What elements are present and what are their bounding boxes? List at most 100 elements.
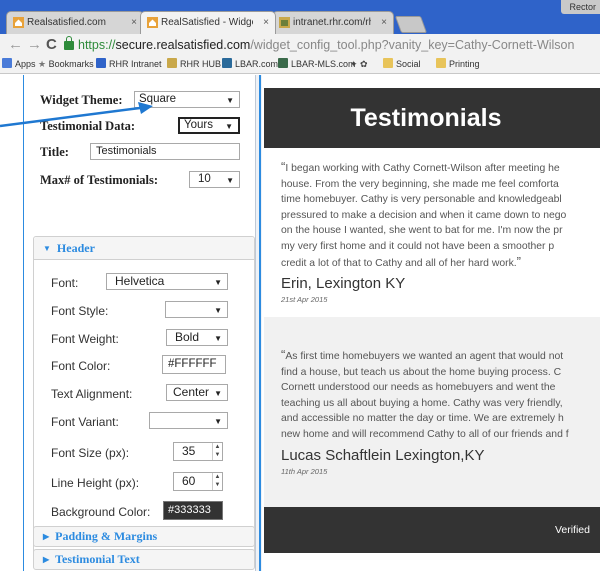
tab-title: intranet.rhr.com/rhnr/intr [293, 17, 371, 28]
testimonial-line: on the house I wanted, she went to bat f… [281, 225, 563, 236]
close-icon[interactable]: × [263, 12, 269, 33]
dropdown-caret-icon: ▼ [214, 334, 222, 343]
stepper-arrows[interactable]: ▲ ▼ [212, 443, 222, 460]
testimonial-line: and accessible no matter the day or time… [281, 413, 564, 424]
title-input[interactable]: Testimonials [90, 143, 240, 160]
padding-margins-accordion[interactable]: ▶ Padding & Margins [33, 526, 255, 547]
bookmark-apps[interactable]: Apps [2, 56, 36, 73]
arrow-up-icon[interactable]: ▲ [213, 473, 222, 481]
house-icon [13, 17, 24, 28]
bookmark-extra[interactable]: ✦ ✿ [350, 56, 368, 73]
testimonial-line: As first time homebuyers we wanted an ag… [285, 351, 564, 362]
panel-divider[interactable] [255, 75, 262, 571]
font-style-label: Font Style: [51, 304, 109, 318]
bookmark-printing[interactable]: Printing [436, 56, 480, 73]
hub-icon [167, 58, 177, 68]
testimonial-data-select[interactable]: Yours ▼ [178, 117, 240, 134]
testimonial-line: pressured to make a decision and when it… [281, 209, 567, 221]
url-host: secure.realsatisfied.com [115, 38, 251, 52]
text-alignment-label: Text Alignment: [51, 387, 133, 401]
line-height-stepper[interactable]: 60 ▲ ▼ [173, 472, 223, 491]
bookmark-label: RHR Intranet [109, 59, 162, 69]
arrow-down-icon[interactable]: ▼ [213, 451, 222, 459]
arrow-up-icon[interactable]: ▲ [213, 443, 222, 451]
font-variant-select[interactable]: ▼ [149, 412, 228, 429]
testimonial-text: “As first time homebuyers we wanted an a… [281, 347, 600, 442]
mls-icon [278, 58, 288, 68]
star-icon: ★ [38, 59, 49, 69]
new-tab-button[interactable] [394, 16, 428, 33]
apps-grid-icon [2, 58, 12, 68]
lock-icon [64, 36, 74, 50]
bookmark-rhr-intranet[interactable]: RHR Intranet [96, 56, 162, 73]
stepper-arrows[interactable]: ▲ ▼ [212, 473, 222, 490]
stepper-value: 60 [182, 474, 196, 488]
house-icon [147, 17, 158, 28]
select-value: Center [173, 385, 210, 399]
address-bar[interactable]: https://secure.realsatisfied.com/widget_… [64, 36, 594, 54]
bookmark-label: RHR HUB [180, 59, 222, 69]
folder-icon [383, 58, 393, 68]
forward-arrow-icon[interactable]: → [27, 36, 42, 53]
back-arrow-icon[interactable]: ← [8, 36, 23, 53]
font-weight-select[interactable]: Bold ▼ [166, 329, 228, 346]
reload-icon[interactable]: C [46, 36, 57, 53]
font-size-stepper[interactable]: 35 ▲ ▼ [173, 442, 223, 461]
bookmark-lbar-mls[interactable]: LBAR-MLS.com [278, 56, 356, 73]
preview-footer: Verified [264, 507, 600, 553]
testimonial-date: 11th Apr 2015 [281, 467, 328, 476]
close-icon[interactable]: × [381, 12, 387, 33]
font-select[interactable]: Helvetica ▼ [106, 273, 228, 290]
bookmark-lbar[interactable]: LBAR.com [222, 56, 278, 73]
tab-title: RealSatisfied - Widget Co [161, 17, 253, 28]
testimonial-line: new home and will recommend Cathy to all… [281, 428, 569, 440]
stepper-value: 35 [182, 444, 196, 458]
dropdown-caret-icon: ▼ [226, 96, 234, 105]
testimonial-line: house. From the very beginning, she made… [281, 178, 559, 190]
font-size-label: Font Size (px): [51, 446, 130, 460]
widget-preview: Testimonials “I began working with Cathy… [262, 75, 600, 571]
verified-badge[interactable]: Verified [555, 507, 590, 553]
lbar-icon [222, 58, 232, 68]
bookmark-bookmarks[interactable]: ★ Bookmarks [38, 56, 94, 73]
profile-chip[interactable]: Rector [561, 0, 600, 14]
font-color-input[interactable]: #FFFFFF [162, 355, 226, 374]
testimonial-author: Erin, Lexington KY [281, 275, 406, 292]
annotation-arrow [0, 102, 153, 128]
browser-toolbar: ← → C https://secure.realsatisfied.com/w… [0, 34, 600, 56]
arrow-down-icon[interactable]: ▼ [213, 481, 222, 489]
bookmark-label: Bookmarks [48, 59, 94, 69]
bookmark-social[interactable]: Social [383, 56, 421, 73]
max-testimonials-label: Max# of Testimonials: [40, 173, 159, 187]
widget-config-panel: Widget Theme: Square ▼ Testimonial Data: … [23, 75, 255, 571]
text-alignment-select[interactable]: Center ▼ [166, 384, 228, 401]
max-testimonials-select[interactable]: 10 ▼ [189, 171, 240, 188]
dropdown-caret-icon: ▼ [214, 306, 222, 315]
testimonial-text-accordion[interactable]: ▶ Testimonial Text [33, 549, 255, 570]
caret-down-icon: ▼ [43, 244, 51, 253]
folder-icon [436, 58, 446, 68]
background-color-label: Background Color: [51, 505, 151, 519]
testimonial-text: “I began working with Cathy Cornett-Wils… [281, 159, 600, 272]
font-variant-label: Font Variant: [51, 415, 119, 429]
select-value: 10 [198, 173, 211, 185]
tab-widget-config[interactable]: RealSatisfied - Widget Co × [140, 11, 276, 34]
testimonial-date: 21st Apr 2015 [281, 295, 328, 304]
header-accordion-toggle[interactable]: ▼ Header [34, 237, 254, 260]
url-path: /widget_config_tool.php?vanity_key=Cathy… [250, 38, 575, 52]
bookmark-rhr-hub[interactable]: RHR HUB [167, 56, 221, 73]
tab-intranet[interactable]: intranet.rhr.com/rhnr/intr × [272, 11, 394, 34]
background-color-input[interactable]: #333333 [163, 501, 223, 520]
testimonial-line: my very first home and it could not have… [281, 240, 555, 252]
dropdown-caret-icon: ▼ [214, 417, 222, 426]
browser-titlebar: Rector Realsatisfied.com × RealSatisfied… [0, 0, 600, 34]
testimonial-line: find a house, but teach us about the hom… [281, 366, 562, 378]
select-value: Yours [184, 119, 213, 131]
close-icon[interactable]: × [131, 12, 137, 33]
tab-realsatisfied[interactable]: Realsatisfied.com × [6, 11, 144, 34]
bookmark-label: Printing [449, 59, 480, 69]
font-style-select[interactable]: ▼ [165, 301, 228, 318]
testimonial-line: credit a lot of that to Cathy and all of… [281, 258, 517, 269]
select-value: Bold [175, 330, 200, 344]
header-accordion: ▼ Header Font: Helvetica ▼ Font Style: ▼ F… [33, 236, 255, 554]
